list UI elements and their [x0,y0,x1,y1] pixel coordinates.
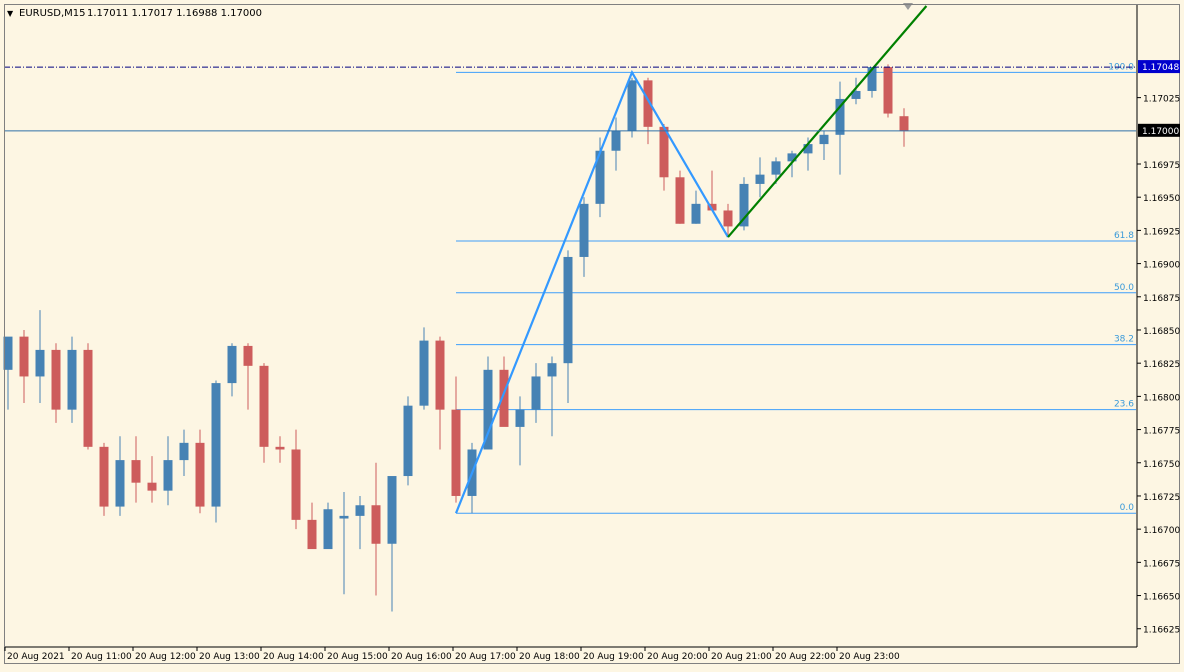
candle-body [547,363,557,377]
chart-header: ▼ EURUSD,M15 1.17011 1.17017 1.16988 1.1… [7,8,262,19]
candle-body [419,340,429,406]
price-tick-label: 1.16925 [1143,227,1180,237]
candle-body [195,442,205,507]
candle-body [51,349,61,410]
time-tick-label: 20 Aug 19:00 [583,652,644,662]
candle-body [243,345,253,366]
time-tick-label: 20 Aug 18:00 [519,652,580,662]
time-tick-label: 20 Aug 20:00 [647,652,708,662]
price-tick-label: 1.17025 [1143,95,1180,105]
price-tick-label: 1.16750 [1143,460,1180,470]
price-tick-label: 1.16800 [1143,393,1180,403]
candle-body [355,505,365,516]
candle-body [227,345,237,384]
candle-body [723,210,733,227]
candle-body [339,515,349,519]
candle-body [67,349,77,410]
candle-body [387,476,397,544]
fib-level-label: 50.0 [1114,283,1134,293]
candle-body [819,134,829,145]
candle [211,380,221,523]
candle-body [307,519,317,550]
candle-body [675,177,685,224]
chart-background [0,0,1184,668]
candle-body [131,460,141,483]
candle-body [515,409,525,427]
price-tick-label: 1.16950 [1143,194,1180,204]
chart-window[interactable]: 100.0 61.8 50.0 38.2 23.6 0.0 1.17025 1.16975 1… [0,0,1184,668]
candle [883,64,893,118]
candle-body [211,383,221,507]
candle-body [323,509,333,550]
price-tick-label: 1.16850 [1143,327,1180,337]
candle-body [275,446,285,450]
time-tick-label: 20 Aug 14:00 [263,652,324,662]
candle-body [563,256,573,364]
candle-body [403,405,413,477]
price-tick-label: 1.16875 [1143,294,1180,304]
candle-body [115,460,125,507]
candle-body [291,449,301,520]
fib-level-label: 0.0 [1120,503,1135,513]
time-tick-label: 20 Aug 21:00 [711,652,772,662]
candle-body [179,442,189,461]
current-price-label: 1.17000 [1142,127,1179,137]
price-tick-label: 1.16700 [1143,526,1180,536]
ohlc-values: 1.17011 1.17017 1.16988 1.17000 [87,8,262,19]
candle [675,170,685,224]
candle-body [19,336,29,377]
time-tick-label: 20 Aug 15:00 [327,652,388,662]
candle-body [755,174,765,184]
candle-body [371,505,381,544]
candle-body [435,340,445,410]
price-tick-label: 1.16775 [1143,427,1180,437]
price-tick-label: 1.16725 [1143,493,1180,503]
candle-body [483,369,493,450]
candle [83,343,93,450]
time-tick-label: 20 Aug 2021 [7,652,65,662]
candle-body [579,203,589,257]
price-tick-label: 1.16900 [1143,261,1180,271]
candle-body [627,80,637,131]
price-tick-label: 1.16975 [1143,161,1180,171]
candle [403,396,413,486]
price-tick-label: 1.16625 [1143,626,1180,636]
time-tick-label: 20 Aug 16:00 [391,652,452,662]
fib-level-label: 61.8 [1114,231,1134,241]
time-tick-label: 20 Aug 17:00 [455,652,516,662]
candle [323,502,333,550]
candle-body [99,446,109,507]
time-tick-label: 20 Aug 13:00 [199,652,260,662]
candle-body [35,349,45,377]
candle-body [899,116,909,131]
candle-body [163,460,173,491]
candle-body [83,349,93,447]
price-tick-label: 1.16675 [1143,559,1180,569]
candle-body [259,365,269,447]
dropdown-arrow-icon[interactable]: ▼ [7,9,14,18]
candle [627,77,637,138]
price-tick-label: 1.16650 [1143,593,1180,603]
candle-body [451,409,461,496]
candle-body [531,376,541,410]
price-tick-label: 1.16825 [1143,360,1180,370]
fib-level-label: 38.2 [1114,335,1134,345]
candle-body [147,482,157,491]
candle-body [691,203,701,224]
candle-body [883,67,893,114]
time-tick-label: 20 Aug 22:00 [775,652,836,662]
candle-body [611,130,621,151]
ask-price-label: 1.17048 [1142,63,1179,73]
candle-body [771,161,781,175]
time-tick-label: 20 Aug 11:00 [71,652,132,662]
price-chart[interactable]: 100.061.850.038.223.60.0 1.170251.169751… [0,0,1184,668]
time-tick-label: 20 Aug 23:00 [839,652,900,662]
time-tick-label: 20 Aug 12:00 [135,652,196,662]
fib-level-label: 23.6 [1114,400,1134,410]
candle [99,442,109,516]
symbol-label: EURUSD,M15 [19,8,85,19]
